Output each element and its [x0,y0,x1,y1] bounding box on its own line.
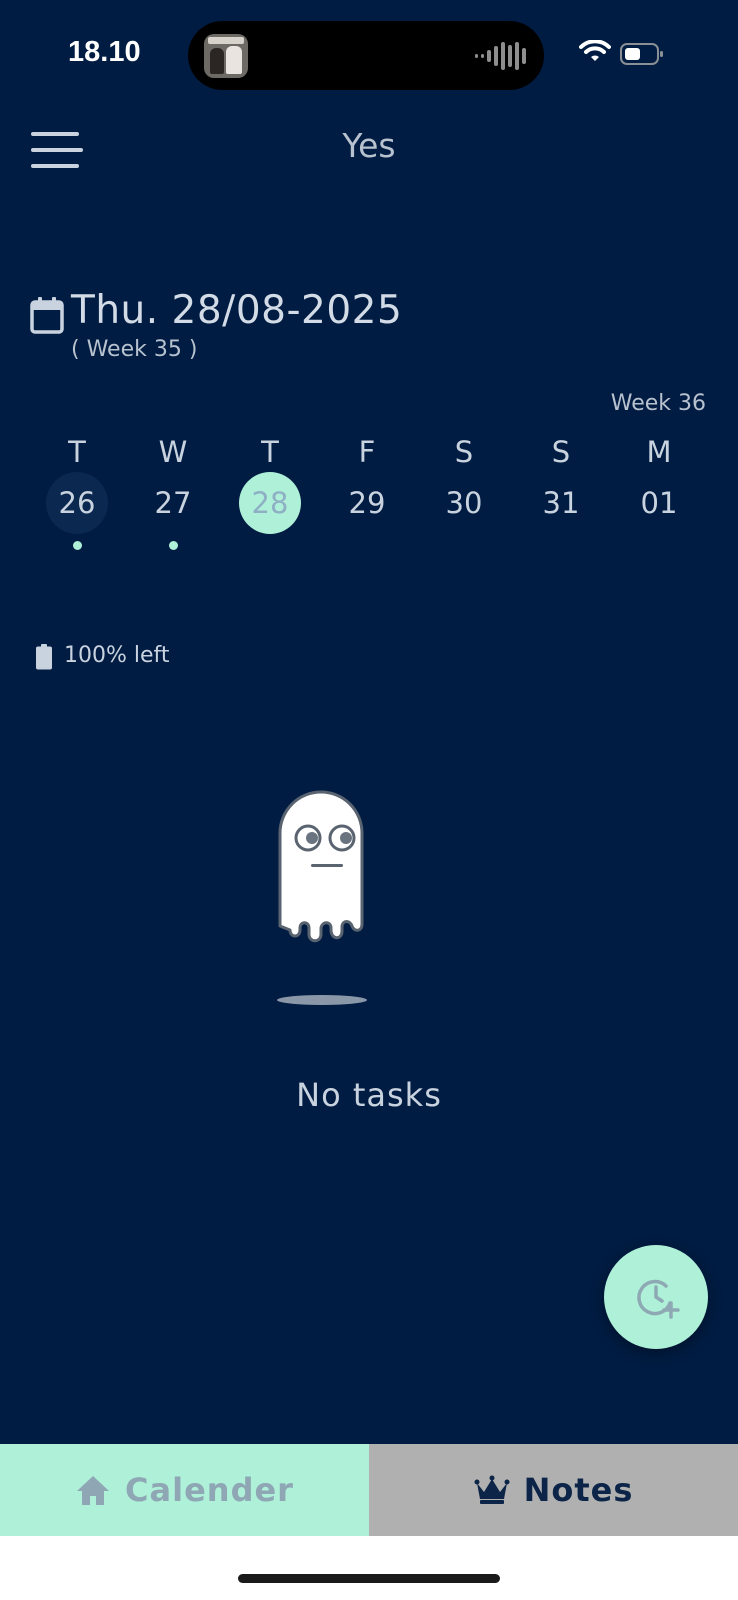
selected-date[interactable]: Thu. 28/08-2025 [71,288,402,333]
task-indicator-dot [460,541,469,550]
home-indicator-area [0,1536,738,1600]
day-item[interactable]: S 31 [522,432,600,550]
day-number: 28 [251,486,289,520]
day-number: 27 [154,486,192,520]
audio-waveform-icon [475,41,526,71]
calendar-icon [30,297,64,334]
ghost-illustration [277,790,367,1005]
day-number: 26 [58,486,96,520]
now-playing-thumbnail[interactable] [204,34,248,78]
empty-state-text: No tasks [296,1076,442,1114]
dynamic-island[interactable] [188,21,544,90]
task-indicator-dot [557,541,566,550]
battery-full-icon [36,644,52,670]
week-strip: T 26 W 27 T 28 F 29 S 30 S 31 M 01 [30,432,708,552]
task-indicator-dot [168,541,178,550]
day-name: S [454,435,474,469]
day-item[interactable]: S 30 [425,432,503,550]
bottom-tab-bar: Calender Notes [0,1444,738,1536]
wifi-icon [579,40,611,61]
day-number: 30 [445,486,483,520]
home-icon [77,1476,110,1505]
task-indicator-dot [655,541,664,550]
day-name: S [551,435,571,469]
home-indicator[interactable] [238,1574,500,1583]
day-name: M [646,435,672,469]
tab-calendar-label: Calender [125,1471,294,1509]
tab-notes[interactable]: Notes [369,1444,738,1536]
tab-notes-label: Notes [523,1471,634,1509]
day-name: F [358,435,376,469]
week-number: ( Week 35 ) [71,337,198,362]
page-title: Yes [342,126,396,165]
tab-calendar[interactable]: Calender [0,1444,369,1536]
task-indicator-dot [72,541,82,550]
day-number: 29 [348,486,386,520]
day-item[interactable]: W 27 [134,432,212,550]
day-name: T [261,435,279,469]
day-name: T [68,435,86,469]
day-item[interactable]: T 26 [38,432,116,550]
next-week-label[interactable]: Week 36 [611,391,706,416]
day-item[interactable]: T 28 [231,432,309,550]
day-item[interactable]: M 01 [620,432,698,550]
add-task-button[interactable] [604,1245,708,1349]
task-indicator-dot [363,541,372,550]
battery-icon [620,43,663,65]
day-name: W [158,435,188,469]
status-time: 18.10 [68,36,141,68]
day-item[interactable]: F 29 [328,432,406,550]
day-number: 31 [542,486,580,520]
crown-icon [474,1475,510,1504]
capacity-text: 100% left [64,643,170,668]
task-indicator-dot [266,541,275,550]
clock-plus-icon [637,1279,680,1319]
day-number: 01 [640,486,678,520]
